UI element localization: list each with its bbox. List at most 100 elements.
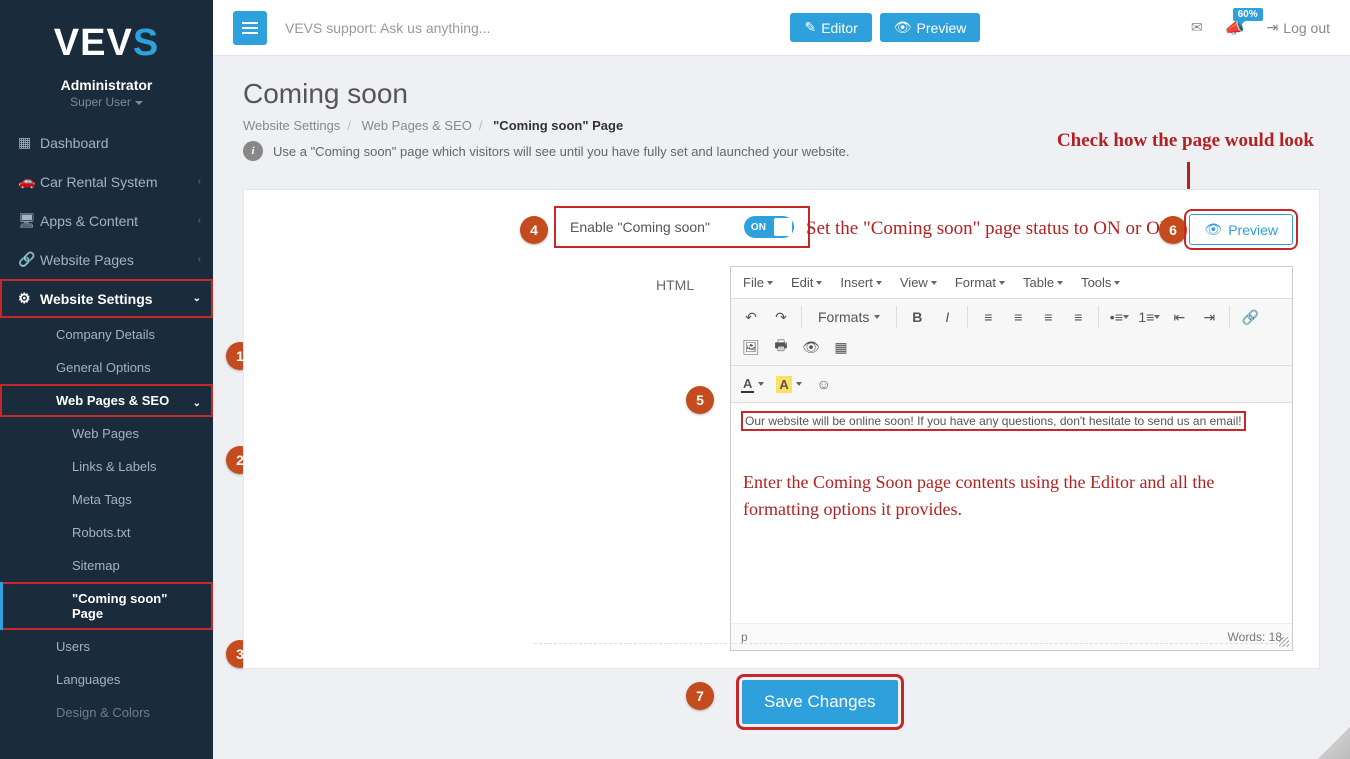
nav-company-details[interactable]: Company Details xyxy=(0,318,213,351)
menu-tools[interactable]: Tools xyxy=(1081,275,1120,290)
sidebar: VEVS Administrator Super User ▦Dashboard… xyxy=(0,0,213,759)
save-button[interactable]: Save Changes xyxy=(742,680,898,724)
preview-button[interactable]: 👁Preview xyxy=(1189,214,1293,245)
enable-toggle-row: Enable "Coming soon" ON xyxy=(556,208,808,246)
nav-languages[interactable]: Languages xyxy=(0,663,213,696)
step-6: 6 xyxy=(1159,216,1187,244)
nav-sitemap[interactable]: Sitemap xyxy=(0,549,213,582)
redo-button[interactable]: ↷ xyxy=(767,303,795,331)
annotation-status: Set the "Coming soon" page status to ON … xyxy=(806,218,1181,240)
form-panel: 4 Enable "Coming soon" ON Set the "Comin… xyxy=(243,189,1320,669)
resize-grip[interactable] xyxy=(1279,637,1289,647)
user-block[interactable]: Administrator Super User xyxy=(0,73,213,123)
menu-insert[interactable]: Insert xyxy=(840,275,882,290)
breadcrumb-current: "Coming soon" Page xyxy=(493,118,623,133)
bold-button[interactable]: B xyxy=(903,303,931,331)
active-indicator xyxy=(0,582,3,630)
corner-grip xyxy=(1318,727,1350,759)
eye-icon: 👁 xyxy=(1204,221,1222,238)
nav-design-colors[interactable]: Design & Colors xyxy=(0,696,213,729)
editor-toolbar: ↶ ↷ Formats B I ≡ ≡ ≡ ≡ •≡ 1≡ ⇤ ⇥ 🔗 🖼 xyxy=(731,299,1292,366)
nav-dashboard[interactable]: ▦Dashboard xyxy=(0,123,213,162)
info-icon: i xyxy=(243,141,263,161)
emoji-button[interactable]: ☺ xyxy=(810,370,838,398)
chevron-left-icon: ‹ xyxy=(198,176,201,187)
bg-color-button[interactable]: A xyxy=(772,371,805,397)
user-name: Administrator xyxy=(0,77,213,93)
breadcrumb: Website Settings/ Web Pages & SEO/ "Comi… xyxy=(243,118,1320,133)
menu-file[interactable]: File xyxy=(743,275,773,290)
nav-links-labels[interactable]: Links & Labels xyxy=(0,450,213,483)
main-content: Coming soon Website Settings/ Web Pages … xyxy=(213,56,1350,759)
menu-toggle-button[interactable] xyxy=(233,11,267,45)
outdent-button[interactable]: ⇤ xyxy=(1165,303,1193,331)
nav-coming-soon-page[interactable]: "Coming soon" Page xyxy=(0,582,213,630)
nav-website-settings[interactable]: ⚙Website Settings⌄ xyxy=(0,279,213,318)
eye-icon: 👁 xyxy=(894,19,912,36)
topbar: VEVS support: Ask us anything... ✎Editor… xyxy=(213,0,1350,56)
logo: VEVS xyxy=(0,0,213,73)
nav-robots[interactable]: Robots.txt xyxy=(0,516,213,549)
preview-button-top[interactable]: 👁Preview xyxy=(880,13,981,42)
enable-toggle[interactable]: ON xyxy=(744,216,794,238)
align-center-button[interactable]: ≡ xyxy=(1004,303,1032,331)
bullet-list-button[interactable]: •≡ xyxy=(1105,303,1133,331)
menu-view[interactable]: View xyxy=(900,275,937,290)
signout-icon: ⇥ xyxy=(1267,19,1279,36)
page-hint: i Use a "Coming soon" page which visitor… xyxy=(243,141,1320,161)
indent-button[interactable]: ⇥ xyxy=(1195,303,1223,331)
nav-meta-tags[interactable]: Meta Tags xyxy=(0,483,213,516)
editor-content[interactable]: Our website will be online soon! If you … xyxy=(731,403,1292,623)
media-button[interactable]: ▦ xyxy=(827,333,855,361)
bell-icon[interactable]: 60% 📣 xyxy=(1225,18,1245,38)
number-list-button[interactable]: 1≡ xyxy=(1135,303,1163,331)
menu-table[interactable]: Table xyxy=(1023,275,1063,290)
logout-button[interactable]: ⇥Log out xyxy=(1267,19,1330,36)
chevron-left-icon: ‹ xyxy=(198,215,201,226)
nav-car-rental[interactable]: 🚗Car Rental System‹ xyxy=(0,162,213,201)
desktop-icon: 🖥 xyxy=(18,212,40,229)
link-button[interactable]: 🔗 xyxy=(1236,303,1264,331)
chevron-down-icon: ⌄ xyxy=(193,398,201,409)
menu-edit[interactable]: Edit xyxy=(791,275,822,290)
dashboard-icon: ▦ xyxy=(18,134,40,151)
nav-website-pages[interactable]: 🔗Website Pages‹ xyxy=(0,240,213,279)
search-input[interactable]: VEVS support: Ask us anything... xyxy=(285,20,490,36)
divider xyxy=(534,643,1293,644)
italic-button[interactable]: I xyxy=(933,303,961,331)
text-color-button[interactable]: A xyxy=(737,371,768,397)
nav-users[interactable]: Users xyxy=(0,630,213,663)
nav-web-pages-seo[interactable]: Web Pages & SEO⌄ xyxy=(0,384,213,417)
editor-word-count: Words: 18 xyxy=(1228,630,1282,644)
logo-text-2: S xyxy=(133,22,159,64)
align-justify-button[interactable]: ≡ xyxy=(1064,303,1092,331)
user-role: Super User xyxy=(0,95,213,109)
undo-button[interactable]: ↶ xyxy=(737,303,765,331)
page-title: Coming soon xyxy=(243,78,1320,110)
preview-icon-button[interactable]: 👁 xyxy=(797,333,825,361)
image-button[interactable]: 🖼 xyxy=(737,333,765,361)
step-4: 4 xyxy=(520,216,548,244)
nav-apps[interactable]: 🖥Apps & Content‹ xyxy=(0,201,213,240)
tinymce-editor: File Edit Insert View Format Table Tools… xyxy=(730,266,1293,651)
print-button[interactable]: 🖶 xyxy=(767,333,795,361)
progress-badge: 60% xyxy=(1233,8,1263,21)
car-icon: 🚗 xyxy=(18,173,40,190)
nav-web-pages[interactable]: Web Pages xyxy=(0,417,213,450)
breadcrumb-item[interactable]: Web Pages & SEO xyxy=(362,118,472,133)
editor-toolbar-2: A A ☺ xyxy=(731,366,1292,403)
annotation-editor: Enter the Coming Soon page contents usin… xyxy=(743,469,1280,523)
step-7: 7 xyxy=(686,682,714,710)
menu-format[interactable]: Format xyxy=(955,275,1005,290)
gears-icon: ⚙ xyxy=(18,290,40,307)
align-right-button[interactable]: ≡ xyxy=(1034,303,1062,331)
editor-button[interactable]: ✎Editor xyxy=(790,13,871,42)
mail-icon[interactable]: ✉ xyxy=(1191,19,1203,36)
breadcrumb-item[interactable]: Website Settings xyxy=(243,118,340,133)
formats-dropdown[interactable]: Formats xyxy=(808,303,890,331)
align-left-button[interactable]: ≡ xyxy=(974,303,1002,331)
nav-general-options[interactable]: General Options xyxy=(0,351,213,384)
step-5: 5 xyxy=(686,386,714,414)
logo-text-1: VEV xyxy=(54,22,133,64)
editor-path: p xyxy=(741,630,748,644)
